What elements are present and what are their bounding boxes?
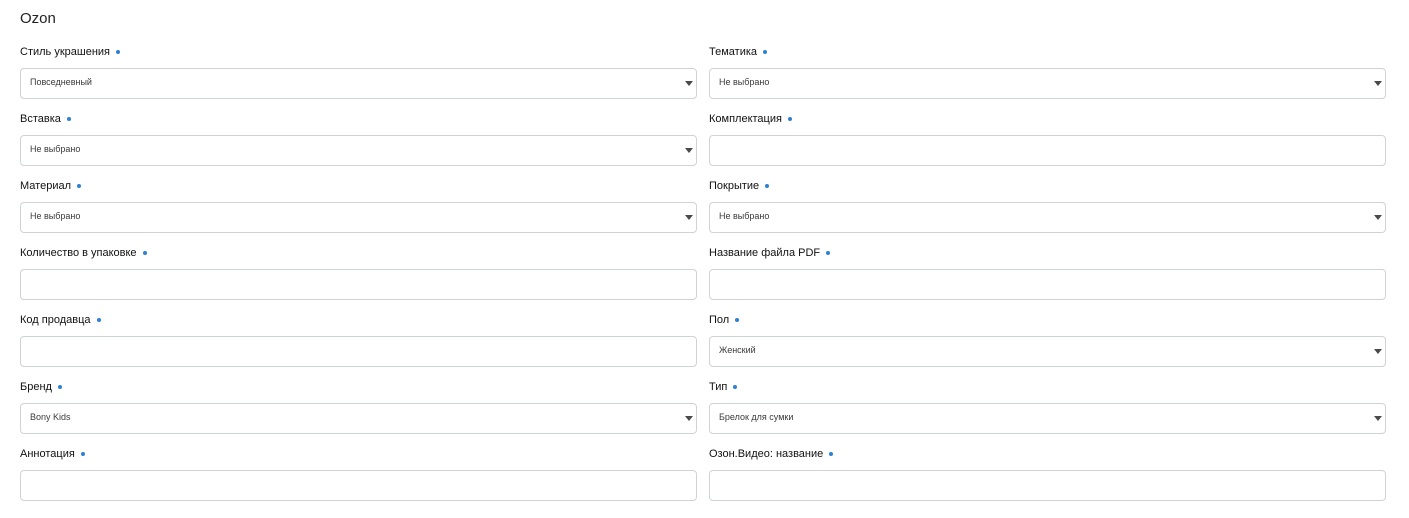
required-dot-icon: [829, 452, 834, 456]
seller-code-input[interactable]: [20, 336, 697, 367]
field-type: Тип Брелок для сумки: [709, 379, 1386, 446]
field-pdf-file-name: Название файла PDF: [709, 245, 1386, 312]
field-theme: Тематика Не выбрано: [709, 44, 1386, 111]
field-label: Код продавца: [20, 312, 697, 328]
required-dot-icon: [80, 452, 85, 456]
field-label: Название файла PDF: [709, 245, 1386, 261]
package-contents-input[interactable]: [709, 135, 1386, 166]
chevron-down-icon[interactable]: [685, 215, 693, 220]
ozon-video-name-input[interactable]: [709, 470, 1386, 501]
field-label: Количество в упаковке: [20, 245, 697, 261]
chevron-down-icon[interactable]: [1374, 349, 1382, 354]
required-dot-icon: [142, 251, 147, 255]
required-dot-icon: [57, 385, 62, 389]
chevron-down-icon[interactable]: [1374, 215, 1382, 220]
field-annotation: Аннотация: [20, 446, 697, 513]
field-seller-code: Код продавца: [20, 312, 697, 379]
jewelry-style-select[interactable]: Повседневный: [20, 68, 697, 99]
field-label: Бренд: [20, 379, 697, 395]
annotation-input[interactable]: [20, 470, 697, 501]
attributes-form: Стиль украшения Повседневный Тематика Не…: [20, 44, 1386, 513]
field-label: Аннотация: [20, 446, 697, 462]
theme-select[interactable]: Не выбрано: [709, 68, 1386, 99]
brand-select[interactable]: Bony Kids: [20, 403, 697, 434]
field-label: Тематика: [709, 44, 1386, 60]
required-dot-icon: [826, 251, 831, 255]
insert-select[interactable]: Не выбрано: [20, 135, 697, 166]
pdf-file-name-input[interactable]: [709, 269, 1386, 300]
field-label: Пол: [709, 312, 1386, 328]
field-label: Тип: [709, 379, 1386, 395]
required-dot-icon: [77, 184, 81, 188]
required-dot-icon: [765, 184, 770, 188]
gender-select[interactable]: Женский: [709, 336, 1386, 367]
field-label: Комплектация: [709, 111, 1386, 127]
chevron-down-icon[interactable]: [685, 416, 693, 421]
quantity-in-package-input[interactable]: [20, 269, 697, 300]
required-dot-icon: [116, 50, 120, 54]
field-label: Материал: [20, 178, 697, 194]
required-dot-icon: [735, 318, 740, 322]
field-label: Вставка: [20, 111, 697, 127]
coating-select[interactable]: Не выбрано: [709, 202, 1386, 233]
field-quantity-in-package: Количество в упаковке: [20, 245, 697, 312]
field-label: Стиль украшения: [20, 44, 697, 60]
field-label: Покрытие: [709, 178, 1386, 194]
required-dot-icon: [66, 117, 71, 121]
field-label: Озон.Видео: название: [709, 446, 1386, 462]
field-gender: Пол Женский: [709, 312, 1386, 379]
chevron-down-icon[interactable]: [685, 148, 693, 153]
chevron-down-icon[interactable]: [1374, 416, 1382, 421]
chevron-down-icon[interactable]: [685, 81, 693, 86]
section-title: Ozon: [20, 10, 56, 27]
required-dot-icon: [96, 318, 101, 322]
field-brand: Бренд Bony Kids: [20, 379, 697, 446]
material-select[interactable]: Не выбрано: [20, 202, 697, 233]
type-select[interactable]: Брелок для сумки: [709, 403, 1386, 434]
field-ozon-video-name: Озон.Видео: название: [709, 446, 1386, 513]
required-dot-icon: [733, 385, 738, 389]
chevron-down-icon[interactable]: [1374, 81, 1382, 86]
field-material: Материал Не выбрано: [20, 178, 697, 245]
field-jewelry-style: Стиль украшения Повседневный: [20, 44, 697, 111]
field-package-contents: Комплектация: [709, 111, 1386, 178]
required-dot-icon: [787, 117, 792, 121]
field-insert: Вставка Не выбрано: [20, 111, 697, 178]
field-coating: Покрытие Не выбрано: [709, 178, 1386, 245]
required-dot-icon: [763, 50, 768, 54]
